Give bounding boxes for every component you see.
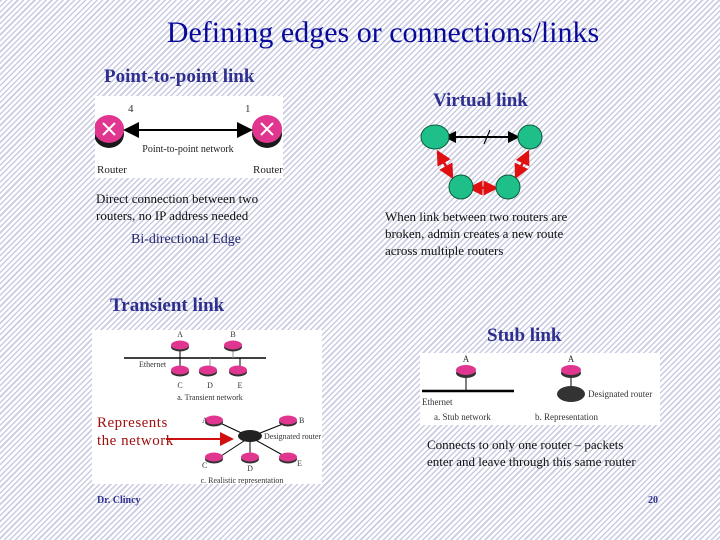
designated-router-label: Designated router [264, 432, 321, 441]
diagram-caption: b. Representation [535, 412, 598, 422]
router-icon [456, 365, 476, 378]
ethernet-label: Ethernet [139, 360, 167, 369]
router-icon [171, 340, 189, 352]
represents-network-annotation: Represents the network [97, 415, 174, 449]
router-label: C [202, 461, 207, 470]
virtual-link-heading: Virtual link [433, 90, 528, 111]
router-icon [252, 115, 282, 148]
network-label: Point-to-point network [142, 144, 233, 155]
router-label: E [297, 459, 302, 468]
bidirectional-edge-caption: Bi-directional Edge [131, 232, 242, 247]
page-number: 20 [648, 495, 658, 506]
router-icon [205, 452, 223, 464]
router-label: E [238, 381, 243, 390]
diagram-caption: a. Transient network [177, 393, 243, 402]
router-label: A [463, 354, 470, 364]
left-router-label: Router [97, 164, 127, 176]
router-label: B [299, 416, 304, 425]
router-label: C [177, 381, 182, 390]
designated-router-icon [557, 386, 585, 402]
reroute-arrow [436, 149, 454, 180]
right-interface-label: 1 [245, 103, 251, 115]
left-interface-label: 4 [128, 103, 134, 115]
point-to-point-diagram: 4 1 Point-to-point network Router Router [94, 96, 283, 178]
router-icon [229, 365, 247, 377]
router-icon [94, 115, 124, 148]
designated-router-icon [238, 430, 262, 442]
footer-author: Dr. Clincy [97, 495, 141, 506]
router-node [420, 124, 450, 150]
router-node [448, 174, 474, 200]
transient-link-heading: Transient link [110, 295, 225, 316]
diagram-caption: a. Stub network [434, 412, 491, 422]
router-label: D [247, 464, 253, 473]
right-router-label: Router [253, 164, 283, 176]
slide-title: Defining edges or connections/links [166, 16, 600, 49]
router-node [517, 124, 543, 150]
ethernet-label: Ethernet [422, 397, 453, 407]
router-node [495, 174, 521, 200]
virtual-link-description: When link between two routers are broken… [385, 209, 568, 258]
point-to-point-heading: Point-to-point link [104, 66, 255, 87]
point-to-point-description: Direct connection between two routers, n… [96, 191, 259, 223]
router-icon [279, 452, 297, 464]
router-label: A [202, 416, 208, 425]
router-label: D [207, 381, 213, 390]
transient-link-diagram: A B Ethernet C D E a. Transient network … [92, 330, 322, 485]
router-icon [241, 452, 259, 464]
router-icon [199, 365, 217, 377]
router-label: B [230, 330, 235, 339]
router-icon [224, 340, 242, 352]
reroute-arrow [514, 149, 530, 180]
diagram-caption: c. Realistic representation [201, 476, 284, 484]
router-label: A [177, 330, 183, 339]
stub-link-diagram: A A Ethernet Designated router a. Stub n… [420, 353, 660, 425]
stub-link-description: Connects to only one router – packets en… [427, 437, 636, 469]
designated-router-label: Designated router [588, 389, 652, 399]
router-icon [279, 415, 297, 427]
virtual-link-diagram [420, 120, 550, 205]
router-icon [561, 365, 581, 378]
stub-link-heading: Stub link [487, 325, 562, 346]
router-label: A [568, 354, 575, 364]
router-icon [171, 365, 189, 377]
